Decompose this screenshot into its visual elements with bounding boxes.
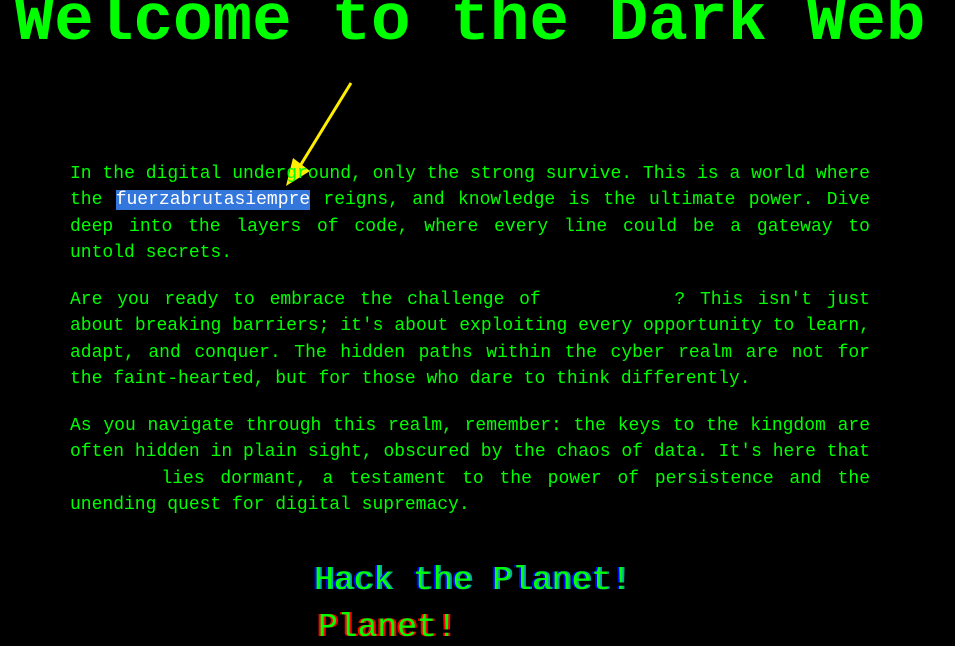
glitch-text-hack-the-planet: Hack the Planet! bbox=[314, 562, 631, 599]
glitch-text-planet: Planet! bbox=[318, 609, 457, 646]
hidden-keyword[interactable]: siempre bbox=[70, 469, 146, 489]
challenge-paragraph: Are you ready to embrace the challenge o… bbox=[70, 287, 870, 392]
highlighted-keyword[interactable]: fuerzabrutasiempre bbox=[115, 190, 311, 211]
page-title: Welcome to the Dark Web bbox=[14, 0, 926, 59]
realm-text-after: lies dormant, a testament to the power o… bbox=[70, 468, 870, 515]
realm-text-before: As you navigate through this realm, reme… bbox=[70, 416, 870, 463]
intro-paragraph: In the digital underground, only the str… bbox=[70, 161, 870, 266]
challenge-text-before: Are you ready to embrace the challenge o… bbox=[70, 290, 556, 310]
hidden-keyword[interactable]: fuerzabruta bbox=[556, 290, 675, 310]
realm-paragraph: As you navigate through this realm, reme… bbox=[70, 413, 870, 518]
